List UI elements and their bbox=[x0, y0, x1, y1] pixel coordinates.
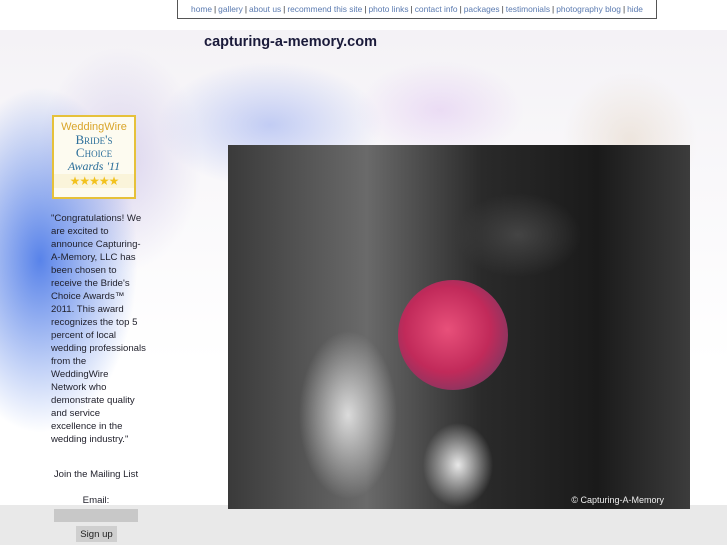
nav-link-testimonials[interactable]: testimonials bbox=[506, 4, 550, 14]
nav-link-recommend-this-site[interactable]: recommend this site bbox=[287, 4, 362, 14]
top-nav: home | gallery | about us | recommend this sit… bbox=[177, 0, 657, 19]
nav-separator: | bbox=[283, 4, 286, 14]
sign-up-button[interactable]: Sign up bbox=[76, 526, 117, 542]
nav-link-contact-info[interactable]: contact info bbox=[415, 4, 458, 14]
nav-separator: | bbox=[552, 4, 555, 14]
bouquet-image bbox=[398, 280, 508, 390]
site-title: capturing-a-memory.com bbox=[204, 34, 377, 50]
email-input[interactable] bbox=[54, 509, 138, 522]
nav-link-photo-links[interactable]: photo links bbox=[368, 4, 408, 14]
wedding-photo: © Capturing-A-Memory bbox=[228, 145, 690, 509]
brides-choice-badge[interactable]: WeddingWire Bride's Choice Awards '11 ★★… bbox=[52, 115, 136, 199]
nav-separator: | bbox=[364, 4, 367, 14]
nav-link-packages[interactable]: packages bbox=[464, 4, 500, 14]
star-rating-icon: ★★★★★ bbox=[54, 174, 134, 188]
nav-separator: | bbox=[622, 4, 626, 14]
nav-link-gallery[interactable]: gallery bbox=[218, 4, 243, 14]
nav-separator: | bbox=[213, 4, 217, 14]
nav-link-photography-blog[interactable]: photography blog bbox=[556, 4, 621, 14]
mailing-list-heading: Join the Mailing List bbox=[53, 469, 139, 480]
nav-link-about-us[interactable]: about us bbox=[249, 4, 281, 14]
nav-link-home[interactable]: home bbox=[191, 4, 212, 14]
nav-separator: | bbox=[410, 4, 413, 14]
award-quote: "Congratulations! We are excited to anno… bbox=[51, 213, 146, 445]
nav-separator: | bbox=[459, 4, 462, 14]
badge-line3: Awards '11 bbox=[67, 159, 121, 173]
nav-separator: | bbox=[244, 4, 248, 14]
nav-separator: | bbox=[501, 4, 504, 14]
email-label: Email: bbox=[82, 495, 110, 506]
badge-line2: Choice bbox=[75, 145, 113, 160]
nav-link-hide[interactable]: hide bbox=[627, 4, 643, 14]
photo-watermark: © Capturing-A-Memory bbox=[571, 495, 664, 505]
